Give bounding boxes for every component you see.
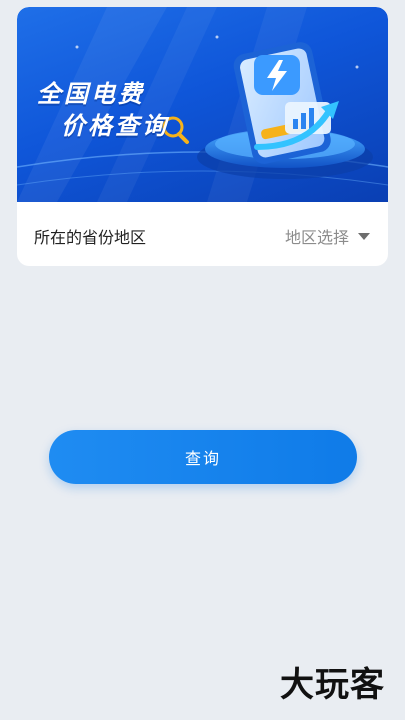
app-screen: 全国电费 价格查询 所在的省份地区 地区选择 查询 大玩客 bbox=[0, 0, 405, 720]
region-row: 所在的省份地区 地区选择 bbox=[17, 217, 388, 255]
banner: 全国电费 价格查询 bbox=[17, 7, 388, 202]
banner-title-line2: 价格查询 bbox=[61, 113, 169, 140]
banner-title-line1: 全国电费 bbox=[37, 81, 145, 108]
caret-down-icon[interactable] bbox=[358, 232, 370, 240]
query-button[interactable]: 查询 bbox=[49, 430, 357, 484]
region-label: 所在的省份地区 bbox=[34, 230, 147, 247]
watermark-logo: 大玩客 bbox=[280, 666, 385, 704]
query-card: 全国电费 价格查询 所在的省份地区 地区选择 bbox=[17, 7, 388, 266]
region-placeholder[interactable]: 地区选择 bbox=[285, 224, 349, 248]
region-select[interactable]: 地区选择 bbox=[285, 224, 370, 248]
